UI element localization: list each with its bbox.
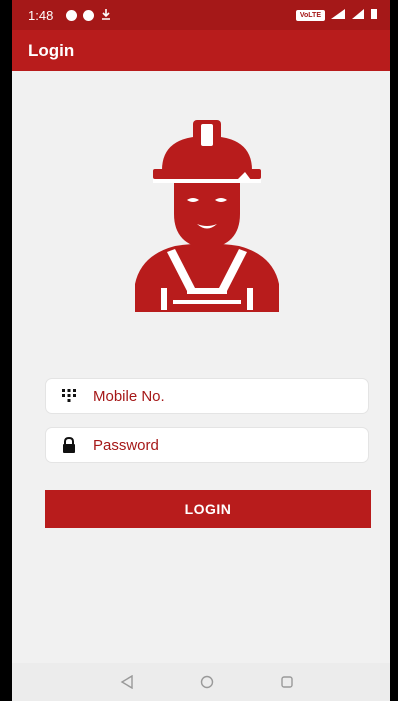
- page-title: Login: [28, 41, 75, 60]
- login-button[interactable]: LOGIN: [45, 490, 371, 528]
- status-bar: 1:48 VoLTE: [12, 0, 390, 30]
- app-bar: Login: [12, 30, 390, 71]
- password-placeholder: Password: [93, 437, 159, 454]
- back-icon[interactable]: [120, 674, 134, 694]
- message-icon: [66, 10, 77, 21]
- chrome-icon: [83, 10, 94, 21]
- signal-icon: [330, 8, 346, 23]
- worker-avatar-illustration: [117, 112, 297, 317]
- mobile-number-field[interactable]: Mobile No.: [46, 379, 368, 413]
- battery-icon: [370, 8, 378, 23]
- status-time: 1:48: [28, 8, 54, 23]
- navigation-bar: [12, 663, 390, 701]
- signal-icon: [351, 8, 365, 23]
- status-notification-icons: [66, 8, 112, 23]
- phone-screen: 1:48 VoLTE Login Mobile No. Password LOG…: [12, 0, 390, 701]
- password-field[interactable]: Password: [46, 428, 368, 462]
- mobile-number-placeholder: Mobile No.: [93, 388, 165, 405]
- recents-icon[interactable]: [280, 675, 294, 694]
- home-icon[interactable]: [200, 675, 214, 694]
- download-icon: [100, 8, 112, 23]
- lock-icon: [60, 436, 78, 453]
- status-system-icons: VoLTE: [295, 8, 378, 23]
- volte-icon: VoLTE: [295, 10, 325, 21]
- dialpad-icon: [60, 388, 78, 404]
